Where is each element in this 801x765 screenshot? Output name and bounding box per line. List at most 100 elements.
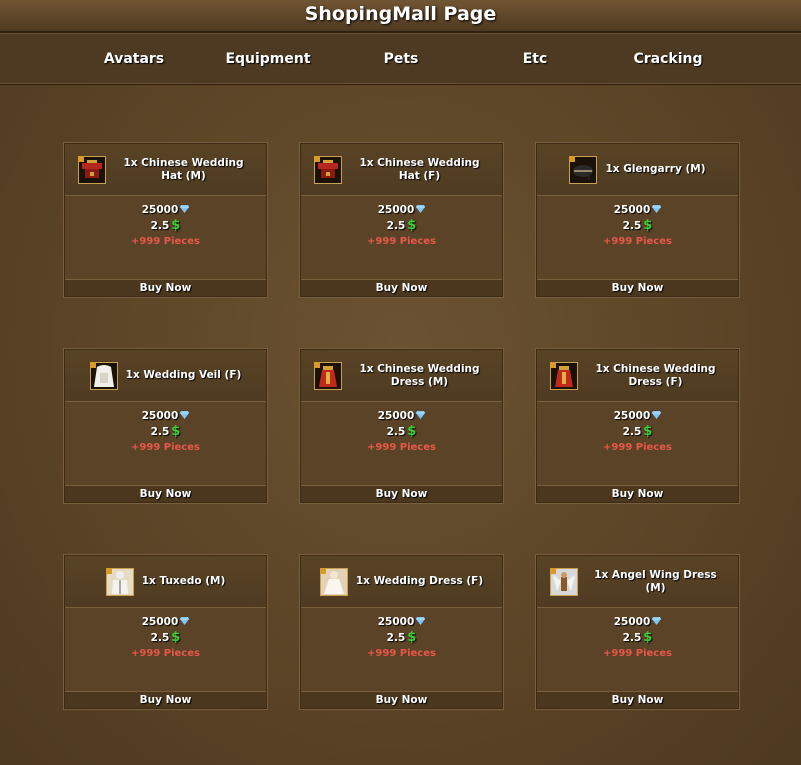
diamond-price: 25000 [613,616,651,628]
product-header: 1x Chinese Wedding Hat (F) [301,144,502,196]
product-name: 1x Chinese Wedding Dress (M) [359,362,480,388]
diamond-icon [180,617,190,625]
product-card: 1x Chinese Wedding Hat (F) 25000 2.5 $ +999 … [300,143,503,297]
cash-price-line: 2.5 $ [65,630,266,646]
stock-count: +999 Pieces [603,648,672,659]
diamond-icon [416,205,426,213]
buy-now-button[interactable]: Buy Now [301,691,502,708]
stock-count: +999 Pieces [367,648,436,659]
cash-price-line: 2.5 $ [65,218,266,234]
buy-now-button[interactable]: Buy Now [65,485,266,502]
product-name: 1x Wedding Dress (F) [355,575,484,587]
cash-price-line: 2.5 $ [301,630,502,646]
diamond-icon [652,411,662,419]
diamond-icon [180,411,190,419]
nav-tab-pets[interactable]: Pets [384,34,419,84]
product-name: 1x Wedding Veil (F) [125,369,242,381]
cash-price: 2.5 [150,220,170,232]
diamond-price: 25000 [377,204,415,216]
product-card: 1x Chinese Wedding Dress (M) 25000 2.5 $ +99… [300,349,503,503]
glengarry-icon [569,155,598,184]
wedding-dress-icon [319,567,348,596]
nav-tab-equipment[interactable]: Equipment [225,34,310,84]
nav-tab-cracking[interactable]: Cracking [633,34,702,84]
buy-now-button[interactable]: Buy Now [65,691,266,708]
cash-price: 2.5 [622,426,642,438]
stock-count: +999 Pieces [603,236,672,247]
cash-price-line: 2.5 $ [537,218,738,234]
product-pricing: 25000 2.5 $ +999 Pieces [537,408,738,456]
dollar-icon: $ [407,424,417,439]
diamond-price-line: 25000 [65,614,266,630]
buy-now-button[interactable]: Buy Now [537,485,738,502]
buy-now-button[interactable]: Buy Now [301,485,502,502]
wedding-veil-icon [89,361,118,390]
product-name: 1x Chinese Wedding Dress (F) [595,362,716,388]
category-nav: Avatars Equipment Pets Etc Cracking [0,33,801,85]
buy-now-button[interactable]: Buy Now [537,279,738,296]
cash-price-line: 2.5 $ [301,218,502,234]
product-card: 1x Tuxedo (M) 25000 2.5 $ +999 Pieces Buy Now [64,555,267,709]
chinese-wedding-dress-icon [549,361,578,390]
page-title: ShopingMall Page [304,3,497,25]
buy-now-button[interactable]: Buy Now [301,279,502,296]
dollar-icon: $ [171,218,181,233]
product-card: 1x Chinese Wedding Hat (M) 25000 2.5 $ +999 … [64,143,267,297]
product-pricing: 25000 2.5 $ +999 Pieces [301,614,502,662]
diamond-price-line: 25000 [65,202,266,218]
diamond-price-line: 25000 [65,408,266,424]
chinese-wedding-dress-icon [313,361,342,390]
chinese-wedding-hat-icon [313,155,342,184]
product-header: 1x Chinese Wedding Dress (M) [301,350,502,402]
diamond-icon [652,205,662,213]
nav-tab-etc[interactable]: Etc [523,34,548,84]
dollar-icon: $ [643,218,653,233]
product-pricing: 25000 2.5 $ +999 Pieces [537,202,738,250]
product-pricing: 25000 2.5 $ +999 Pieces [537,614,738,662]
diamond-icon [416,617,426,625]
buy-now-button[interactable]: Buy Now [537,691,738,708]
product-card: 1x Wedding Dress (F) 25000 2.5 $ +999 Pieces… [300,555,503,709]
product-pricing: 25000 2.5 $ +999 Pieces [65,408,266,456]
stock-count: +999 Pieces [131,236,200,247]
diamond-price: 25000 [141,616,179,628]
dollar-icon: $ [643,424,653,439]
diamond-price-line: 25000 [537,202,738,218]
tuxedo-icon [105,567,134,596]
diamond-price: 25000 [613,204,651,216]
diamond-price: 25000 [141,410,179,422]
title-bar: ShopingMall Page [0,0,801,33]
product-header: 1x Chinese Wedding Hat (M) [65,144,266,196]
stock-count: +999 Pieces [367,236,436,247]
cash-price: 2.5 [386,426,406,438]
cash-price: 2.5 [386,632,406,644]
product-header: 1x Wedding Veil (F) [65,350,266,402]
stock-count: +999 Pieces [603,442,672,453]
diamond-price-line: 25000 [301,202,502,218]
angel-wing-dress-icon [549,567,578,596]
stock-count: +999 Pieces [367,442,436,453]
product-header: 1x Glengarry (M) [537,144,738,196]
nav-tab-avatars[interactable]: Avatars [104,34,164,84]
product-pricing: 25000 2.5 $ +999 Pieces [65,614,266,662]
product-header: 1x Angel Wing Dress (M) [537,556,738,608]
product-name: 1x Chinese Wedding Hat (M) [123,156,244,182]
diamond-icon [180,205,190,213]
cash-price: 2.5 [150,426,170,438]
stock-count: +999 Pieces [131,442,200,453]
product-pricing: 25000 2.5 $ +999 Pieces [301,408,502,456]
dollar-icon: $ [171,630,181,645]
product-header: 1x Tuxedo (M) [65,556,266,608]
product-name: 1x Angel Wing Dress (M) [594,568,717,594]
product-name: 1x Glengarry (M) [605,163,706,175]
diamond-price: 25000 [613,410,651,422]
diamond-price: 25000 [377,410,415,422]
diamond-icon [652,617,662,625]
buy-now-button[interactable]: Buy Now [65,279,266,296]
diamond-icon [416,411,426,419]
product-card: 1x Chinese Wedding Dress (F) 25000 2.5 $ +99… [536,349,739,503]
cash-price: 2.5 [622,220,642,232]
diamond-price: 25000 [377,616,415,628]
diamond-price-line: 25000 [537,408,738,424]
cash-price: 2.5 [622,632,642,644]
